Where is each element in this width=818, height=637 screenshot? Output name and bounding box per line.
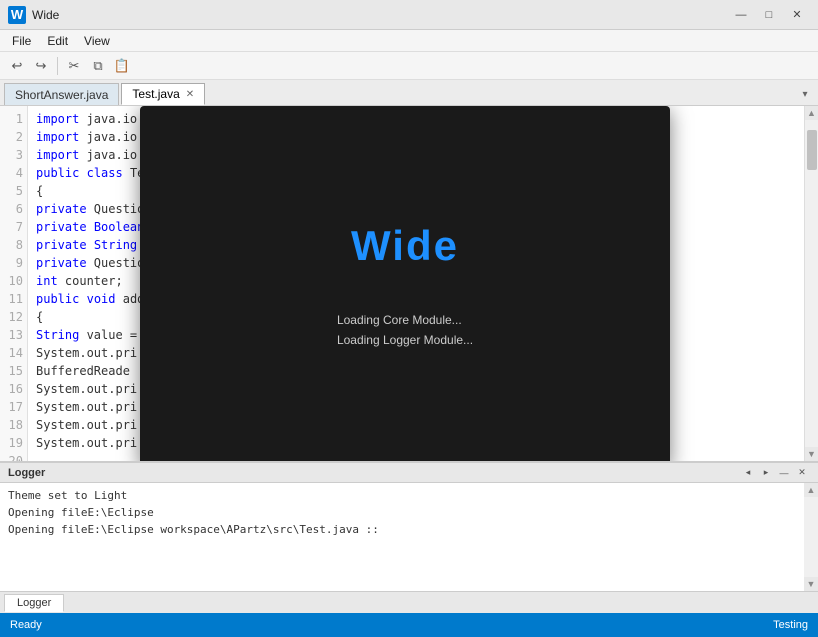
logger-message-1: Theme set to Light	[8, 487, 796, 504]
splash-overlay: Wide Loading Core Module... Loading Logg…	[140, 106, 670, 461]
tab-shortanswer[interactable]: ShortAnswer.java	[4, 83, 119, 105]
logger-content: Theme set to Light Opening fileE:\Eclips…	[0, 483, 804, 591]
tabs-bar: ShortAnswer.java Test.java ✕ ▾	[0, 80, 818, 106]
status-testing: Testing	[773, 619, 808, 631]
copy-button[interactable]: ⧉	[87, 55, 109, 77]
minimize-button[interactable]: —	[728, 5, 754, 25]
logger-message-2: Opening fileE:\Eclipse	[8, 504, 796, 521]
app-title: Wide	[32, 8, 728, 22]
editor-area: 1234567891011121314151617181920 import j…	[0, 106, 818, 461]
splash-title: Wide	[351, 222, 459, 270]
toolbar-separator	[57, 57, 58, 75]
splash-loading: Loading Core Module... Loading Logger Mo…	[337, 310, 473, 350]
logger-panel-controls: ◂ ▸ — ✕	[740, 465, 810, 481]
splash-line-2: Loading Logger Module...	[337, 330, 473, 350]
app-icon: W	[8, 6, 26, 24]
logger-message-3: Opening fileE:\Eclipse workspace\APartz\…	[8, 521, 796, 538]
logger-panel-title: Logger	[8, 467, 45, 479]
logger-close-button[interactable]: ✕	[794, 465, 810, 481]
maximize-button[interactable]: □	[756, 5, 782, 25]
scrollbar-track[interactable]	[805, 120, 818, 447]
editor-scrollbar: ▲ ▼	[804, 106, 818, 461]
logger-header: Logger ◂ ▸ — ✕	[0, 463, 818, 483]
scroll-up-button[interactable]: ▲	[805, 106, 818, 120]
menu-view[interactable]: View	[76, 32, 118, 50]
undo-button[interactable]: ↩	[6, 55, 28, 77]
scroll-down-button[interactable]: ▼	[805, 447, 818, 461]
logger-scroll-down[interactable]: ▼	[804, 577, 818, 591]
tabs-scroll-button[interactable]: ▾	[796, 83, 814, 105]
toolbar: ↩ ↪ ✂ ⧉ 📋	[0, 52, 818, 80]
main-content: 1234567891011121314151617181920 import j…	[0, 106, 818, 591]
menu-edit[interactable]: Edit	[39, 32, 76, 50]
menu-bar: File Edit View	[0, 30, 818, 52]
logger-scroll-right[interactable]: ▸	[758, 465, 774, 481]
paste-button[interactable]: 📋	[111, 55, 133, 77]
status-bar: Ready Testing	[0, 613, 818, 637]
logger-scrollbar-track[interactable]	[804, 497, 818, 577]
line-numbers: 1234567891011121314151617181920	[0, 106, 28, 461]
tab-close-icon[interactable]: ✕	[186, 89, 194, 100]
logger-minimize-button[interactable]: —	[776, 465, 792, 481]
logger-scroll-left[interactable]: ◂	[740, 465, 756, 481]
redo-button[interactable]: ↪	[30, 55, 52, 77]
scrollbar-thumb[interactable]	[807, 130, 817, 170]
close-button[interactable]: ✕	[784, 5, 810, 25]
bottom-tabs: Logger	[0, 591, 818, 613]
tab-testjava[interactable]: Test.java ✕	[121, 83, 205, 105]
splash-line-1: Loading Core Module...	[337, 310, 473, 330]
logger-scrollbar: ▲ ▼	[804, 483, 818, 591]
window-controls: — □ ✕	[728, 5, 810, 25]
logger-panel: Logger ◂ ▸ — ✕ Theme set to Light Openin…	[0, 461, 818, 591]
title-bar: W Wide — □ ✕	[0, 0, 818, 30]
status-ready: Ready	[10, 619, 42, 631]
bottom-tab-logger[interactable]: Logger	[4, 594, 64, 612]
menu-file[interactable]: File	[4, 32, 39, 50]
cut-button[interactable]: ✂	[63, 55, 85, 77]
logger-scroll-up[interactable]: ▲	[804, 483, 818, 497]
